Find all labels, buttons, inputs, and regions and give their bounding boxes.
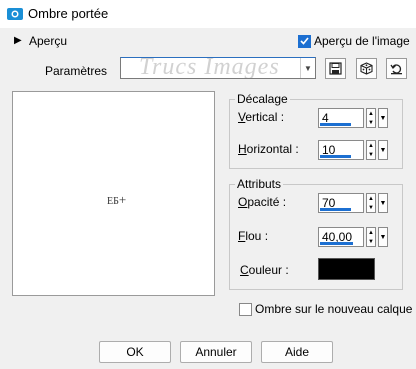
cancel-button[interactable]: Annuler (180, 341, 252, 363)
window-title: Ombre portée (28, 6, 109, 21)
vertical-spinner[interactable]: ▲ ▼ (366, 108, 376, 128)
presets-label: Paramètres (45, 64, 108, 78)
preview-toggle-label[interactable]: Aperçu (29, 34, 67, 48)
opacity-label: Opacité : (238, 195, 287, 209)
horizontal-input[interactable]: 10 (318, 140, 364, 160)
offset-group-title: Décalage (235, 92, 290, 106)
horizontal-level-bar (320, 155, 351, 158)
preview-sample-glyph: ЕБ+ (107, 192, 127, 207)
opacity-dropdown-icon[interactable]: ▼ (378, 193, 388, 213)
reset-icon (390, 64, 402, 75)
preview-pane[interactable]: ЕБ+ (12, 91, 215, 296)
new-layer-checkbox[interactable]: Ombre sur le nouveau calque (239, 302, 412, 316)
ok-button[interactable]: OK (99, 341, 171, 363)
reset-button[interactable] (386, 58, 407, 79)
color-label: Couleur : (240, 263, 289, 277)
opacity-level-bar (320, 208, 351, 211)
save-icon (329, 62, 342, 75)
checkbox-unchecked-icon[interactable] (239, 302, 252, 316)
blur-dropdown-icon[interactable]: ▼ (378, 227, 388, 247)
new-layer-label[interactable]: Ombre sur le nouveau calque (255, 302, 412, 316)
chevron-down-icon[interactable]: ▼ (300, 58, 315, 78)
vertical-level-bar (320, 123, 351, 126)
save-preset-button[interactable] (325, 58, 346, 79)
presets-dropdown[interactable]: Trucs Images ▼ (120, 57, 316, 79)
randomize-button[interactable] (356, 58, 377, 79)
watermark: Trucs Images (139, 57, 280, 79)
opacity-input[interactable]: 70 (318, 193, 364, 213)
dice-icon (360, 62, 373, 75)
checkbox-checked-icon[interactable] (298, 34, 311, 48)
app-icon (7, 7, 23, 21)
vertical-dropdown-icon[interactable]: ▼ (378, 108, 388, 128)
blur-spinner[interactable]: ▲ ▼ (366, 227, 376, 247)
preview-on-image-label[interactable]: Aperçu de l'image (314, 34, 410, 48)
opacity-spinner[interactable]: ▲ ▼ (366, 193, 376, 213)
blur-level-bar (320, 242, 353, 245)
shadow-color-swatch[interactable] (318, 258, 375, 280)
help-button[interactable]: Aide (261, 341, 333, 363)
horizontal-dropdown-icon[interactable]: ▼ (378, 140, 388, 160)
horizontal-spinner[interactable]: ▲ ▼ (366, 140, 376, 160)
preview-on-image-checkbox[interactable]: Aperçu de l'image (298, 34, 410, 48)
blur-label: Flou : (238, 229, 269, 243)
horizontal-label: Horizontal : (238, 142, 299, 156)
vertical-input[interactable]: 4 (318, 108, 364, 128)
expand-arrow-icon[interactable]: ▶ (14, 35, 22, 46)
blur-input[interactable]: 40,00 (318, 227, 364, 247)
attributes-group-title: Attributs (235, 177, 284, 191)
vertical-label: Vertical : (238, 110, 285, 124)
